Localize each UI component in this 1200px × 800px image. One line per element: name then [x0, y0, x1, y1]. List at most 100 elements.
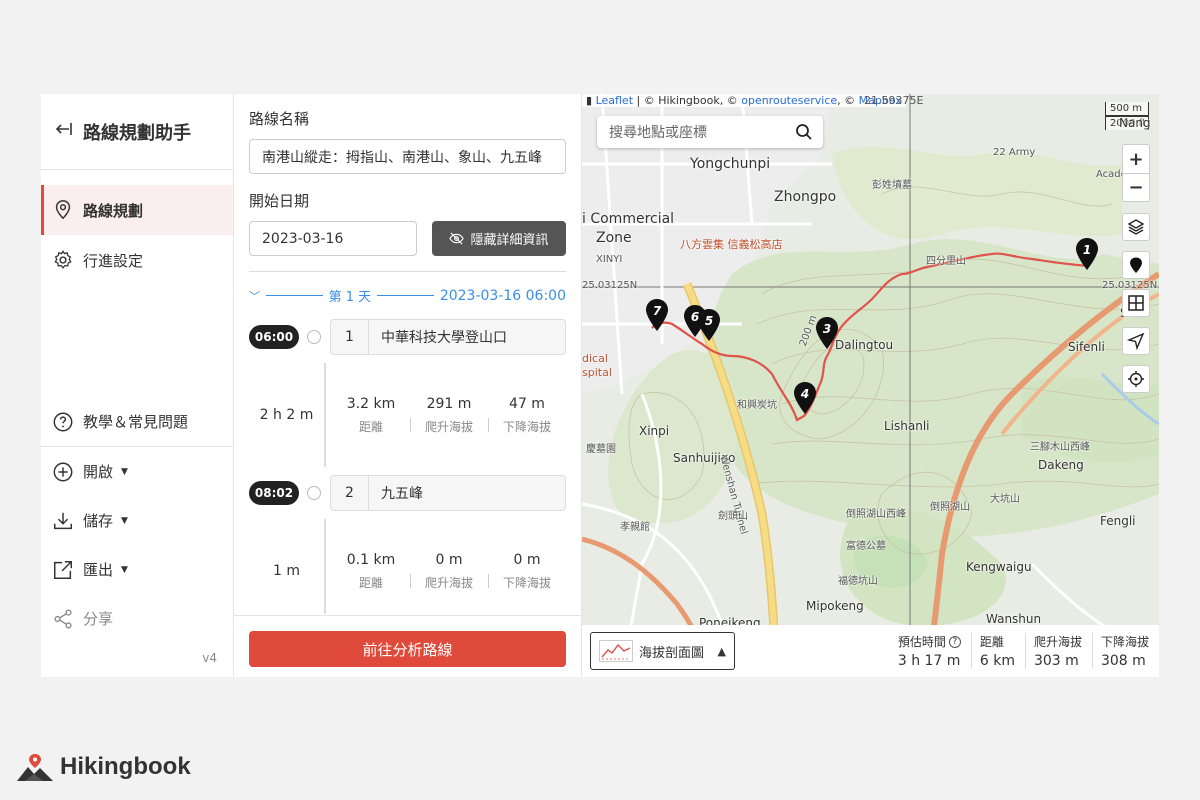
- marker-label: 4: [800, 387, 810, 401]
- stat-value: 0 m: [513, 551, 541, 568]
- map-label: Zhongpo: [774, 189, 837, 205]
- navigate-button[interactable]: [1122, 327, 1150, 355]
- stop-field[interactable]: 2 九五峰: [330, 475, 566, 511]
- sidebar-item-route-planning[interactable]: 路線規劃: [41, 185, 233, 235]
- attribution-text: , ©: [837, 94, 859, 107]
- leg-ascent: 0 m 爬升海拔: [410, 552, 488, 591]
- day-line: [266, 295, 323, 296]
- gear-icon: [51, 248, 75, 272]
- help-icon[interactable]: ?: [948, 635, 961, 648]
- map-label: i Commercial: [582, 211, 675, 227]
- map-attribution: ▮ Leaflet | © Hikingbook, © openrouteser…: [582, 94, 906, 107]
- map-label: Kengwaigu: [966, 560, 1032, 574]
- map-pin-icon: [1130, 257, 1142, 273]
- elevation-profile-button[interactable]: 海拔剖面圖 ▲: [590, 632, 735, 670]
- map-pin-icon: [51, 198, 75, 222]
- brand-logo: Hikingbook: [16, 752, 191, 782]
- route-marker[interactable]: 3: [814, 316, 840, 350]
- save-menu[interactable]: 儲存 ▼: [41, 496, 233, 545]
- summary-descent: 下降海拔 308 m: [1091, 633, 1159, 669]
- stat-label: 爬升海拔: [424, 419, 473, 434]
- grid-toggle-button[interactable]: [1122, 289, 1150, 317]
- crosshair-icon: [1128, 371, 1144, 387]
- map-label: XINYI: [596, 254, 623, 265]
- map-label: Zone: [596, 230, 632, 246]
- hide-details-button[interactable]: 隱藏詳細資訊: [432, 221, 566, 256]
- back-arrow-icon[interactable]: [55, 120, 73, 143]
- summary-ascent: 爬升海拔 303 m: [1024, 633, 1092, 669]
- map-label: Yongchunpi: [690, 156, 771, 172]
- caret-down-icon: ▼: [121, 466, 128, 477]
- map-footer: 海拔剖面圖 ▲ 預估時間? 3 h 17 m 距離 6 km 爬升海拔 303 …: [582, 625, 1159, 677]
- search-icon[interactable]: [795, 123, 813, 141]
- map-label: Nang: [1119, 116, 1151, 130]
- leg-row: 2 h 2 m 3.2 km 距離 291 m 爬升海拔 47 m 下降海拔: [249, 355, 566, 475]
- layers-icon: [1127, 219, 1145, 235]
- map-label: 三腳木山西峰: [1030, 442, 1090, 453]
- summary-label: 爬升海拔: [1033, 635, 1082, 649]
- analyze-route-button[interactable]: 前往分析路線: [249, 631, 566, 667]
- leg-distance: 3.2 km 距離: [332, 396, 410, 435]
- ors-link[interactable]: openrouteservice: [741, 94, 837, 107]
- stop-time[interactable]: 08:02: [249, 481, 299, 505]
- sidebar-item-label: 路線規劃: [83, 201, 144, 220]
- help-link[interactable]: 教學＆常見問題: [41, 397, 233, 447]
- map-search-input[interactable]: 搜尋地點或座標: [597, 116, 823, 148]
- zoom-out-button[interactable]: −: [1123, 173, 1149, 201]
- external-link-icon: [51, 558, 75, 582]
- route-marker[interactable]: 4: [792, 381, 818, 415]
- stop-field[interactable]: 1 中華科技大學登山口: [330, 319, 566, 355]
- route-marker[interactable]: 7: [644, 298, 670, 332]
- map-label: 孝親館: [620, 522, 650, 533]
- marker-label: 1: [1082, 243, 1092, 257]
- map-label: Wanshun: [986, 612, 1042, 626]
- share-button[interactable]: 分享: [41, 594, 233, 643]
- day-header[interactable]: ﹀ 第 1 天 2023-03-16 06:00: [249, 286, 566, 306]
- summary-time: 預估時間? 3 h 17 m: [890, 633, 971, 669]
- summary-value: 308 m: [1100, 653, 1146, 669]
- map-view[interactable]: ▮ Leaflet | © Hikingbook, © openrouteser…: [582, 94, 1159, 677]
- coordinate-left: 25.03125N: [582, 280, 638, 291]
- sidebar: 路線規劃助手 路線規劃 行進設定 教學＆常見問題 開啟 ▼ 儲存 ▼ 匯出 ▼ …: [41, 94, 234, 677]
- app-window: 路線規劃助手 路線規劃 行進設定 教學＆常見問題 開啟 ▼ 儲存 ▼ 匯出 ▼ …: [41, 94, 1159, 677]
- route-marker[interactable]: 1: [1074, 237, 1100, 271]
- route-panel-scroll[interactable]: 路線名稱 南港山縱走：拇指山、南港山、象山、九五峰 開始日期 2023-03-1…: [234, 94, 581, 614]
- divider: [249, 271, 566, 272]
- marker-label: 6: [690, 310, 700, 324]
- stat-label: 距離: [358, 419, 383, 434]
- add-waypoint-button[interactable]: [1122, 251, 1150, 279]
- leaflet-link[interactable]: Leaflet: [596, 94, 633, 107]
- stop-time[interactable]: 06:00: [249, 325, 299, 349]
- map-label: 和興炭坑: [737, 400, 777, 411]
- locate-button[interactable]: [1122, 365, 1150, 393]
- stat-value: 0 m: [435, 551, 463, 568]
- map-label: 倒照湖山: [930, 502, 970, 513]
- question-circle-icon: [51, 410, 75, 434]
- start-date-label: 開始日期: [249, 192, 310, 210]
- elevation-chart-icon: [599, 640, 633, 662]
- summary-label: 下降海拔: [1100, 635, 1149, 649]
- route-marker[interactable]: 6: [682, 304, 708, 338]
- mountain-logo-icon: [17, 754, 53, 781]
- leg-stats: 0.1 km 距離 0 m 爬升海拔 0 m 下降海拔: [326, 511, 566, 614]
- stat-value: 0.1 km: [346, 551, 396, 568]
- open-menu[interactable]: 開啟 ▼: [41, 447, 233, 496]
- layers-button[interactable]: [1122, 213, 1150, 241]
- map-label: Mipokeng: [806, 599, 864, 613]
- stop-index: 2: [331, 476, 369, 510]
- zoom-in-button[interactable]: +: [1123, 145, 1149, 173]
- day-datetime: 2023-03-16 06:00: [439, 287, 566, 304]
- stop-radio[interactable]: [307, 330, 321, 344]
- map-label: 倒照湖山西峰: [846, 509, 906, 520]
- start-date-input[interactable]: 2023-03-16: [249, 221, 417, 256]
- sidebar-item-travel-settings[interactable]: 行進設定: [41, 235, 233, 285]
- route-name-input[interactable]: 南港山縱走：拇指山、南港山、象山、九五峰: [249, 139, 566, 174]
- map-label: Xinpi: [639, 424, 670, 438]
- stat-label: 距離: [358, 575, 383, 590]
- export-menu[interactable]: 匯出 ▼: [41, 545, 233, 594]
- share-label: 分享: [83, 610, 114, 628]
- map-label: Dakeng: [1038, 458, 1084, 472]
- map-label: Dalingtou: [835, 338, 894, 352]
- map-label: 四分里山: [926, 256, 966, 267]
- stop-radio[interactable]: [307, 486, 321, 500]
